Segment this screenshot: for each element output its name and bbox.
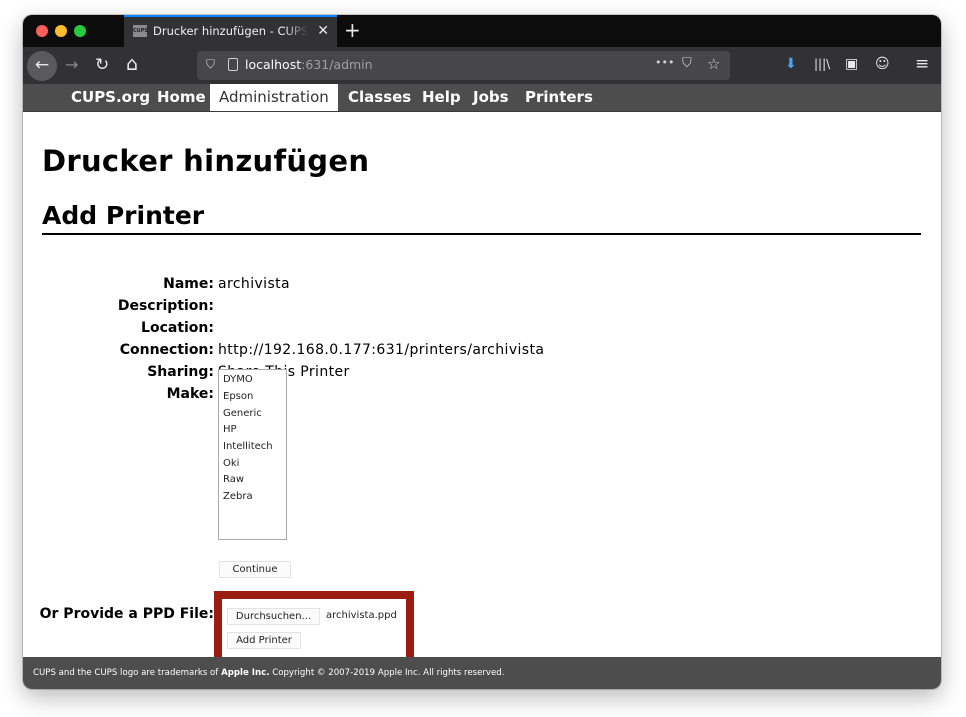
connection-label: Connection: — [119, 342, 214, 358]
url-bar[interactable]: ⛉ localhost:631/admin ••• ⛉ ☆ — [197, 51, 730, 80]
toolbar: ← → ↻ ⌂ ⛉ localhost:631/admin ••• ⛉ ☆ ⬇ … — [23, 47, 941, 84]
make-listbox[interactable]: DYMO Epson Generic HP Intellitech Oki Ra… — [218, 369, 287, 540]
make-option[interactable]: Oki — [223, 458, 239, 469]
browse-button[interactable]: Durchsuchen... — [227, 608, 320, 625]
page-content: Drucker hinzufügen Add Printer Name: arc… — [23, 112, 941, 665]
shield-icon[interactable]: ⛉ — [206, 57, 215, 72]
make-option[interactable]: DYMO — [223, 374, 253, 385]
account-icon[interactable]: ☺ — [875, 56, 890, 72]
url-path: :631/admin — [301, 57, 373, 72]
cups-favicon-icon: CUPS — [133, 25, 148, 37]
footer-suffix: Copyright © 2007-2019 Apple Inc. All rig… — [269, 668, 505, 678]
footer-text: CUPS and the CUPS logo are trademarks of… — [33, 668, 504, 678]
description-label: Description: — [117, 298, 214, 314]
nav-jobs[interactable]: Jobs — [464, 84, 518, 111]
minimize-window-button[interactable] — [55, 25, 67, 37]
name-label: Name: — [163, 276, 214, 292]
section-heading: Add Printer — [42, 201, 205, 230]
sidebar-icon[interactable]: ▣ — [845, 56, 858, 72]
library-icon[interactable]: |||\ — [814, 57, 830, 71]
close-icon[interactable]: ✕ — [317, 23, 329, 39]
back-button[interactable]: ← — [27, 51, 57, 81]
make-option[interactable]: Epson — [223, 391, 253, 402]
connection-value: http://192.168.0.177:631/printers/archiv… — [218, 342, 545, 358]
make-option[interactable]: Zebra — [223, 491, 253, 502]
make-option[interactable]: HP — [223, 424, 237, 435]
reload-button[interactable]: ↻ — [95, 55, 109, 75]
make-label: Make: — [166, 386, 214, 402]
tab-title: Drucker hinzufügen - CUPS 2.3 — [153, 24, 308, 38]
page-footer: CUPS and the CUPS logo are trademarks of… — [23, 657, 941, 689]
menu-icon[interactable]: ≡ — [915, 54, 929, 74]
page-title: Drucker hinzufügen — [42, 144, 370, 178]
add-printer-button[interactable]: Add Printer — [227, 632, 301, 649]
tab-bar: CUPS Drucker hinzufügen - CUPS 2.3 ✕ + — [23, 15, 941, 47]
ppd-file-label: Or Provide a PPD File: — [39, 606, 214, 622]
make-option[interactable]: Generic — [223, 408, 262, 419]
continue-button[interactable]: Continue — [219, 561, 291, 578]
download-icon[interactable]: ⬇ — [785, 56, 797, 72]
nav-help[interactable]: Help — [413, 84, 470, 111]
name-value: archivista — [218, 276, 291, 292]
make-option[interactable]: Intellitech — [223, 441, 273, 452]
nav-classes[interactable]: Classes — [339, 84, 420, 111]
home-button[interactable]: ⌂ — [126, 54, 138, 74]
heading-divider — [42, 233, 921, 235]
location-label: Location: — [141, 320, 214, 336]
page-icon — [228, 58, 238, 71]
browser-window: CUPS Drucker hinzufügen - CUPS 2.3 ✕ + ←… — [23, 15, 941, 689]
nav-home[interactable]: Home — [148, 84, 215, 111]
tab-active[interactable]: CUPS Drucker hinzufügen - CUPS 2.3 ✕ — [124, 15, 337, 47]
more-actions-icon[interactable]: ••• — [655, 56, 674, 69]
nav-cups-org[interactable]: CUPS.org — [62, 84, 159, 111]
cups-navigation: CUPS.org Home Administration Classes Hel… — [23, 84, 941, 112]
pocket-icon[interactable]: ⛉ — [682, 56, 692, 71]
nav-printers[interactable]: Printers — [516, 84, 602, 111]
new-tab-button[interactable]: + — [344, 18, 361, 42]
nav-administration[interactable]: Administration — [210, 84, 338, 111]
close-window-button[interactable] — [36, 25, 48, 37]
highlight-box — [214, 591, 414, 665]
make-option[interactable]: Raw — [223, 474, 244, 485]
star-icon[interactable]: ☆ — [707, 55, 720, 73]
zoom-window-button[interactable] — [74, 25, 86, 37]
footer-prefix: CUPS and the CUPS logo are trademarks of — [33, 668, 222, 678]
url-text[interactable]: localhost:631/admin — [245, 57, 373, 72]
sharing-label: Sharing: — [147, 364, 214, 380]
forward-button[interactable]: → — [65, 55, 78, 75]
ppd-filename: archivista.ppd — [326, 610, 397, 621]
url-host: localhost — [245, 57, 302, 72]
footer-company[interactable]: Apple Inc. — [221, 668, 269, 678]
